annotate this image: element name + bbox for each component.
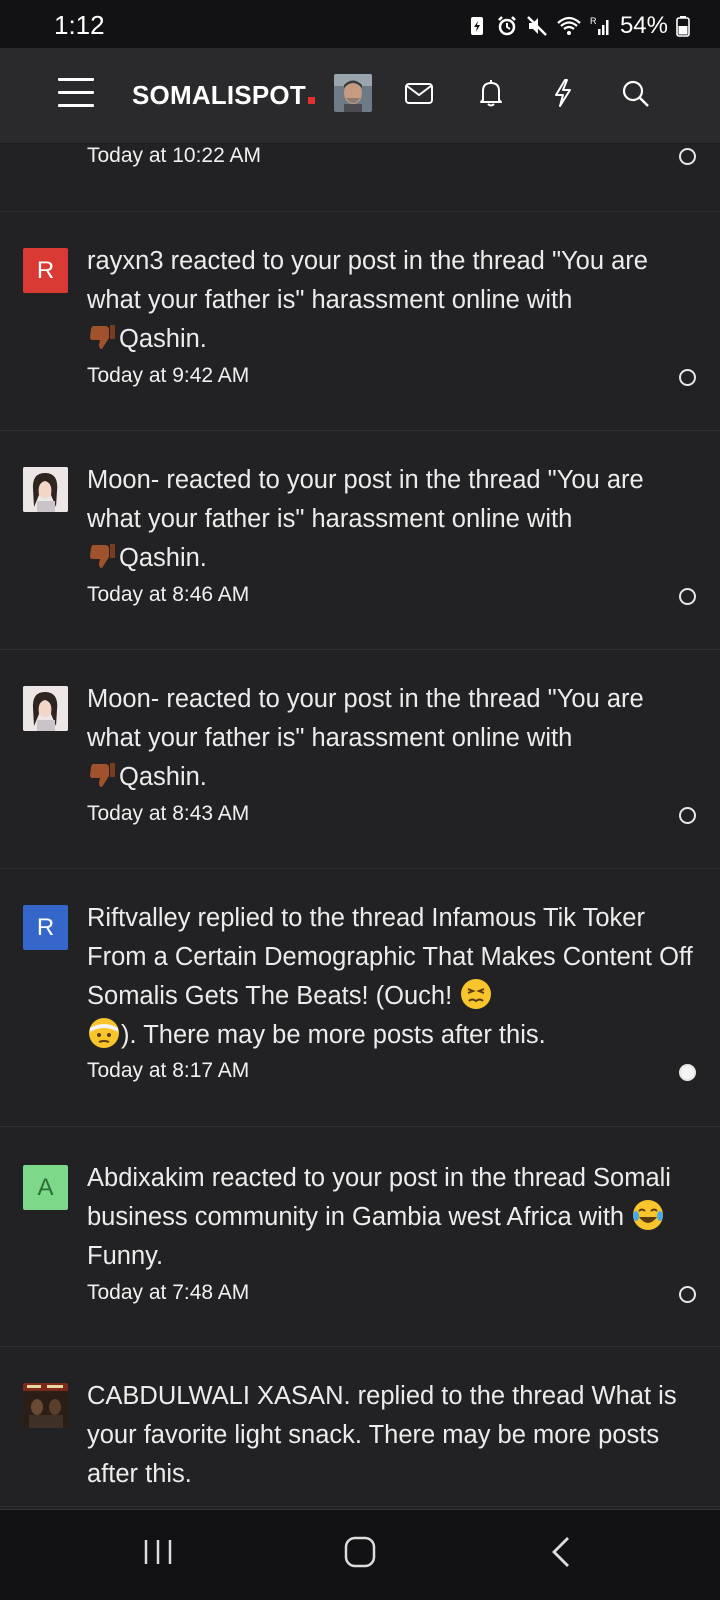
reaction-label: Qashin. — [119, 763, 207, 791]
avatar[interactable] — [23, 1383, 68, 1428]
laughing-emoji-icon — [633, 1200, 664, 1230]
mark-read-toggle[interactable] — [679, 369, 696, 386]
notification-text-block[interactable]: rayxn3 reacted to your post in the threa… — [87, 242, 697, 359]
mark-read-toggle[interactable] — [679, 588, 696, 605]
notification-text: Moon- reacted to your post in the thread… — [87, 685, 644, 752]
battery-saver-icon — [470, 17, 483, 35]
notification-text: Riftvalley replied to the thread Infamou… — [87, 904, 693, 1010]
signal-icon: R — [590, 16, 609, 35]
persevering-face-emoji-icon — [461, 979, 492, 1009]
avatar[interactable] — [23, 467, 68, 512]
mark-read-toggle[interactable] — [679, 1286, 696, 1303]
notification-item[interactable]: Today at 10:22 AM — [0, 144, 720, 212]
notification-item[interactable]: CABDULWALI XASAN. replied to the thread … — [0, 1347, 720, 1507]
notification-text: Moon- reacted to your post in the thread… — [87, 466, 644, 533]
notification-time: Today at 8:17 AM — [87, 1059, 250, 1082]
notification-item[interactable]: A Abdixakim reacted to your post in the … — [0, 1127, 720, 1347]
notification-item[interactable]: R rayxn3 reacted to your post in the thr… — [0, 212, 720, 431]
alarm-icon — [498, 16, 516, 36]
avatar[interactable]: R — [23, 905, 68, 950]
notification-time: Today at 10:22 AM — [87, 144, 261, 167]
mark-read-toggle[interactable] — [679, 1064, 696, 1081]
home-icon[interactable] — [340, 1532, 380, 1572]
lightning-icon[interactable] — [546, 76, 580, 110]
notification-text: Abdixakim reacted to your post in the th… — [87, 1164, 671, 1231]
site-header: SOMALISPOT — [0, 48, 720, 144]
user-avatar[interactable] — [334, 74, 372, 112]
notification-text: CABDULWALI XASAN. replied to the thread … — [87, 1382, 677, 1488]
reaction-label: Funny. — [87, 1242, 164, 1270]
status-bar: 1:12 R 54% — [0, 0, 720, 48]
bandaged-face-emoji-icon — [89, 1018, 119, 1048]
notification-text-suffix: ). There may be more posts after this. — [121, 1021, 546, 1049]
notification-item[interactable]: Moon- reacted to your post in the thread… — [0, 650, 720, 869]
notification-text-block[interactable]: Moon- reacted to your post in the thread… — [87, 461, 697, 578]
wifi-icon — [557, 16, 581, 35]
avatar[interactable] — [23, 686, 68, 731]
dislike-emoji-icon — [90, 544, 115, 568]
search-icon[interactable] — [618, 76, 652, 110]
notification-item[interactable]: R Riftvalley replied to the thread Infam… — [0, 869, 720, 1127]
notification-list: Today at 10:22 AM R rayxn3 reacted to yo… — [0, 144, 720, 1507]
mute-icon — [527, 16, 547, 36]
notification-time: Today at 9:42 AM — [87, 364, 250, 387]
reaction-label: Qashin. — [119, 544, 207, 572]
mark-read-toggle[interactable] — [679, 807, 696, 824]
menu-icon[interactable] — [58, 78, 94, 107]
notification-time: Today at 8:46 AM — [87, 583, 250, 606]
svg-text:R: R — [590, 16, 597, 26]
inbox-icon[interactable] — [402, 76, 436, 110]
notification-item[interactable]: Moon- reacted to your post in the thread… — [0, 431, 720, 650]
notification-time: Today at 8:43 AM — [87, 802, 250, 825]
avatar[interactable]: A — [23, 1165, 68, 1210]
avatar[interactable]: R — [23, 248, 68, 293]
dislike-emoji-icon — [90, 325, 115, 349]
status-icons: R 54% — [466, 12, 690, 40]
bell-icon[interactable] — [474, 76, 508, 110]
dislike-emoji-icon — [90, 763, 115, 787]
system-nav-bar — [0, 1509, 720, 1600]
notification-text-block[interactable]: Riftvalley replied to the thread Infamou… — [87, 899, 697, 1055]
notification-text-block[interactable]: Abdixakim reacted to your post in the th… — [87, 1159, 697, 1276]
notification-time: Today at 7:48 AM — [87, 1281, 250, 1304]
notification-text-block[interactable]: CABDULWALI XASAN. replied to the thread … — [87, 1377, 697, 1494]
status-time: 1:12 — [54, 10, 105, 40]
recent-apps-icon[interactable] — [138, 1532, 178, 1572]
battery-percent: 54% — [619, 12, 668, 39]
notification-text-block[interactable]: Moon- reacted to your post in the thread… — [87, 680, 697, 797]
reaction-label: Qashin. — [119, 325, 207, 353]
mark-read-toggle[interactable] — [679, 148, 696, 165]
back-icon[interactable] — [542, 1532, 582, 1572]
notification-text: rayxn3 reacted to your post in the threa… — [87, 247, 648, 314]
site-logo[interactable]: SOMALISPOT — [132, 80, 315, 111]
battery-icon — [676, 16, 690, 37]
